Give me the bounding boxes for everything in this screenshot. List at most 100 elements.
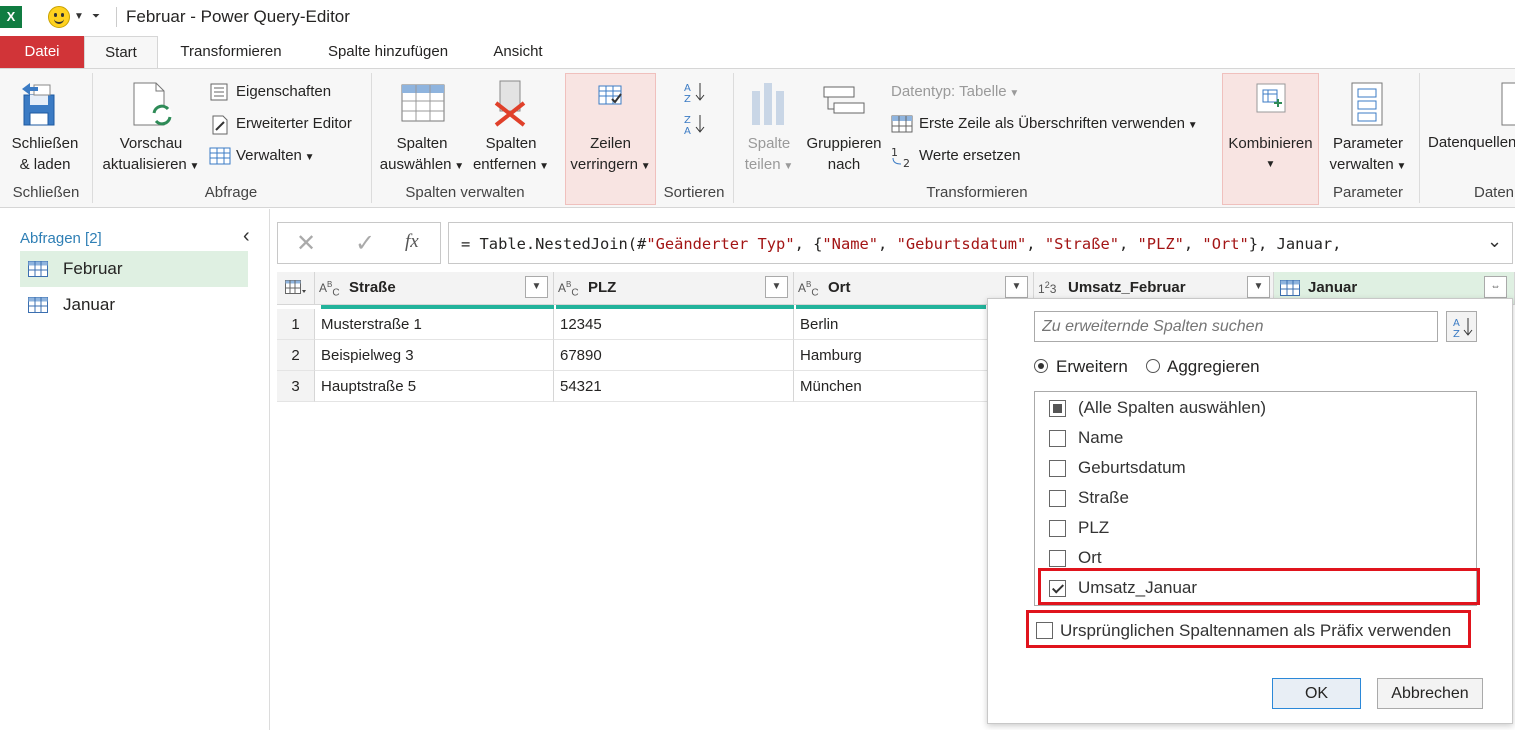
choose-columns-button[interactable]: Spalten auswählen ▼	[376, 133, 468, 177]
combine-button[interactable]: Kombinieren ▼	[1222, 133, 1319, 175]
column-checkbox-label[interactable]: Straße	[1078, 488, 1129, 508]
table-cell[interactable]: München	[794, 371, 994, 402]
group-by-button[interactable]: Gruppieren nach	[802, 133, 886, 175]
table-cell[interactable]: 54321	[554, 371, 794, 402]
tab-datei[interactable]: Datei	[0, 36, 84, 68]
collapse-pane-icon[interactable]: ‹	[243, 225, 250, 248]
confirm-formula-icon[interactable]: ✓	[355, 229, 375, 258]
data-source-settings-button[interactable]: Datenquellen	[1428, 134, 1515, 151]
expand-formula-icon[interactable]: ⌄	[1487, 231, 1502, 252]
column-checkbox-ort[interactable]	[1049, 550, 1066, 567]
table-cell[interactable]: 67890	[554, 340, 794, 371]
column-checkbox-label[interactable]: Geburtsdatum	[1078, 458, 1186, 478]
column-checkbox-geburtsdatum[interactable]	[1049, 460, 1066, 477]
expand-column-icon[interactable]: ⇔	[1484, 276, 1507, 298]
expand-radio-label[interactable]: Erweitern	[1056, 357, 1128, 377]
table-cell[interactable]: 12345	[554, 309, 794, 340]
number-type-icon[interactable]: 123	[1038, 280, 1056, 296]
column-checkbox-plz[interactable]	[1049, 520, 1066, 537]
filter-dropdown-icon[interactable]: ▼	[765, 276, 788, 298]
remove-columns-line2: entfernen	[472, 156, 537, 173]
tab-transformieren[interactable]: Transformieren	[166, 36, 296, 68]
text-type-icon[interactable]: ABC	[558, 280, 579, 298]
query-label: Februar	[63, 259, 123, 278]
quick-access-customize-icon[interactable]: ⏷	[92, 11, 100, 22]
cancel-button[interactable]: Abbrechen	[1377, 678, 1483, 709]
feedback-smiley-icon[interactable]	[48, 6, 70, 28]
split-column-button[interactable]: Spalte teilen ▼	[738, 133, 800, 177]
text-type-icon[interactable]: ABC	[319, 280, 340, 298]
data-type-label: Datentyp: Tabelle	[891, 83, 1007, 100]
row-number[interactable]: 1	[277, 309, 315, 340]
highlight-box-prefix	[1026, 610, 1471, 648]
sort-ascending-icon[interactable]: AZ	[684, 81, 706, 107]
replace-values-button[interactable]: Werte ersetzen	[919, 147, 1020, 164]
queries-pane: Abfragen [2] ‹ Februar Januar	[0, 209, 270, 730]
row-number[interactable]: 2	[277, 340, 315, 371]
reduce-rows-button[interactable]: Zeilen verringern ▼	[565, 133, 656, 177]
select-all-checkbox[interactable]	[1049, 400, 1066, 417]
table-cell[interactable]: Beispielweg 3	[315, 340, 554, 371]
remove-columns-line1: Spalten	[485, 135, 537, 152]
close-and-load-button[interactable]: Schließen & laden	[6, 133, 84, 175]
properties-button[interactable]: Eigenschaften	[236, 83, 331, 100]
manage-parameters-icon	[1350, 81, 1384, 131]
chevron-down-icon: ▼	[186, 161, 200, 172]
split-column-line2: teilen	[744, 156, 781, 173]
ok-button[interactable]: OK	[1272, 678, 1361, 709]
table-menu-button[interactable]	[277, 272, 315, 305]
sort-descending-icon[interactable]: ZA	[684, 113, 706, 139]
query-item-februar[interactable]: Februar	[20, 251, 248, 287]
column-search-input[interactable]	[1034, 311, 1438, 342]
column-checkbox-label[interactable]: Name	[1078, 428, 1123, 448]
svg-text:2: 2	[903, 157, 910, 168]
filter-dropdown-icon[interactable]: ▼	[1247, 276, 1270, 298]
feedback-dropdown-icon[interactable]: ▼	[74, 11, 84, 22]
table-cell[interactable]: Hamburg	[794, 340, 994, 371]
column-checkbox-name[interactable]	[1049, 430, 1066, 447]
formula-token: , {	[794, 235, 823, 253]
tab-spalte-hinzufuegen[interactable]: Spalte hinzufügen	[312, 36, 464, 68]
data-type-dropdown[interactable]: Datentyp: Tabelle ▼	[891, 83, 1019, 100]
properties-icon	[209, 82, 231, 106]
choose-columns-line1: Spalten	[396, 135, 448, 152]
queries-header: Abfragen [2]	[20, 230, 102, 247]
tab-ansicht[interactable]: Ansicht	[478, 36, 558, 68]
formula-prefix: = Table.NestedJoin(#	[461, 235, 647, 253]
column-checkbox-label[interactable]: Ort	[1078, 548, 1102, 568]
manage-button[interactable]: Verwalten ▼	[236, 147, 315, 164]
expand-radio[interactable]	[1034, 359, 1048, 373]
first-row-headers-button[interactable]: Erste Zeile als Überschriften verwenden …	[919, 115, 1198, 132]
column-header-strasse[interactable]: ABC Straße ▼	[315, 272, 554, 305]
filter-dropdown-icon[interactable]: ▼	[1005, 276, 1028, 298]
title-bar: X ▼ ⏷ Februar - Power Query-Editor	[0, 0, 1515, 36]
manage-parameters-button[interactable]: Parameter verwalten ▼	[1322, 133, 1414, 177]
column-checkbox-strasse[interactable]	[1049, 490, 1066, 507]
advanced-editor-button[interactable]: Erweiterter Editor	[236, 115, 352, 132]
formula-token: "PLZ"	[1137, 235, 1184, 253]
formula-input[interactable]: = Table.NestedJoin(#"Geänderter Typ", {"…	[448, 222, 1513, 264]
aggregate-radio[interactable]	[1146, 359, 1160, 373]
sort-columns-button[interactable]: AZ	[1446, 311, 1477, 342]
query-item-januar[interactable]: Januar	[20, 287, 248, 323]
refresh-preview-button[interactable]: Vorschau aktualisieren ▼	[98, 133, 204, 177]
column-header-plz[interactable]: ABC PLZ ▼	[554, 272, 794, 305]
column-name: Januar	[1308, 279, 1358, 296]
group-by-icon	[822, 85, 866, 129]
close-and-load-line1: Schließen	[11, 135, 79, 152]
formula-text[interactable]: = Table.NestedJoin(#"Geänderter Typ", {"…	[461, 235, 1341, 253]
filter-dropdown-icon[interactable]: ▼	[525, 276, 548, 298]
table-cell[interactable]: Musterstraße 1	[315, 309, 554, 340]
table-cell[interactable]: Berlin	[794, 309, 994, 340]
column-checkbox-label[interactable]: PLZ	[1078, 518, 1109, 538]
table-type-icon[interactable]	[1280, 280, 1300, 300]
tab-start[interactable]: Start	[84, 36, 158, 69]
aggregate-radio-label[interactable]: Aggregieren	[1167, 357, 1260, 377]
text-type-icon[interactable]: ABC	[798, 280, 819, 298]
fx-icon[interactable]: fx	[405, 231, 419, 253]
remove-columns-button[interactable]: Spalten entfernen ▼	[470, 133, 552, 177]
cancel-formula-icon[interactable]: ✕	[296, 229, 316, 258]
row-number[interactable]: 3	[277, 371, 315, 402]
table-cell[interactable]: Hauptstraße 5	[315, 371, 554, 402]
select-all-label[interactable]: (Alle Spalten auswählen)	[1078, 398, 1266, 418]
